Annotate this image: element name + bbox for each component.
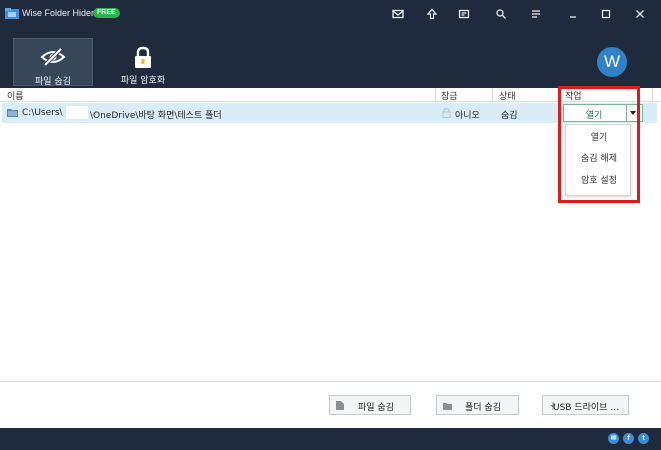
highlight-annotation [558,86,640,203]
app-logo-icon [5,8,19,19]
usb-drive-button[interactable]: USB 드라이브 ... [542,395,629,415]
close-icon[interactable] [632,6,648,22]
lock-icon [135,46,151,68]
hide-file-button[interactable]: 파일 숨김 [329,395,411,415]
hide-file-tab[interactable]: 파일 숨김 [13,38,93,87]
facebook-icon[interactable]: f [623,433,634,444]
lock-status-icon [442,108,451,118]
row-lock-value: 아니오 [455,111,480,121]
hide-folder-button-label: 폴더 숨김 [465,403,501,413]
row-path-suffix: \OneDrive\바탕 화면\테스트 폴더 [90,111,222,121]
hide-file-tab-label: 파일 숨김 [35,77,71,87]
eye-hidden-icon [40,47,66,67]
row-state-value: 숨김 [501,111,518,121]
maximize-icon[interactable] [598,6,614,22]
row-path-prefix: C:\Users\ [22,108,63,118]
folder-icon [443,403,452,410]
column-divider[interactable] [652,88,653,102]
hide-folder-button[interactable]: 폴더 숨김 [436,395,519,415]
twitter-icon[interactable]: t [638,433,649,444]
title-bar: Wise Folder Hider FREE [0,0,661,28]
redacted-username [66,106,88,119]
file-icon [336,401,344,410]
user-avatar[interactable]: W [597,47,627,77]
column-name[interactable]: 이름 [7,89,24,102]
settings-icon[interactable] [493,6,509,22]
column-lock[interactable]: 잠금 [441,89,458,102]
mail-icon[interactable]: ✉ [608,433,619,444]
usb-drive-button-label: USB 드라이브 ... [553,403,619,413]
main-toolbar: 파일 숨김 파일 암호화 W [0,28,661,88]
upgrade-icon[interactable] [424,6,440,22]
mail-icon[interactable] [390,6,406,22]
column-state[interactable]: 상태 [499,89,516,102]
divider [0,381,661,382]
menu-icon[interactable] [528,6,544,22]
minimize-icon[interactable] [565,6,581,22]
folder-icon [7,109,18,117]
free-badge: FREE [93,8,120,18]
encrypt-file-tab-label: 파일 암호화 [120,76,166,86]
encrypt-file-tab[interactable]: 파일 암호화 [103,38,183,86]
feedback-icon[interactable] [456,6,472,22]
app-title: Wise Folder Hider [22,8,95,18]
column-divider[interactable] [435,88,436,102]
column-divider[interactable] [492,88,493,102]
status-bar [0,428,661,450]
hide-file-button-label: 파일 숨김 [358,403,394,413]
